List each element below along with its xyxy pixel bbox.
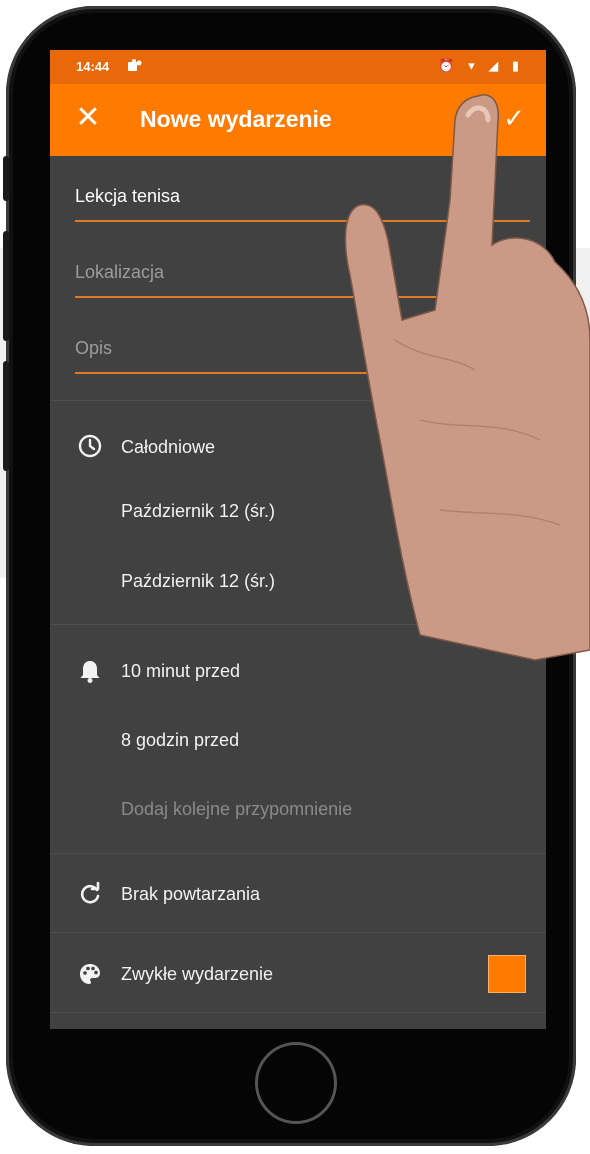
close-button[interactable]: ✕ bbox=[68, 98, 108, 138]
teams-icon bbox=[128, 59, 142, 75]
end-date[interactable]: Październik 12 (śr.) bbox=[121, 571, 275, 592]
clock-icon bbox=[78, 434, 102, 458]
reminder-item[interactable]: 8 godzin przed bbox=[121, 730, 239, 751]
divider bbox=[50, 853, 546, 854]
bell-icon bbox=[80, 661, 100, 683]
location-placeholder: Lokalizacja bbox=[75, 262, 165, 282]
palette-icon bbox=[80, 964, 100, 984]
page-title: Nowe wydarzenie bbox=[140, 106, 332, 132]
phone-volume-down-button bbox=[3, 361, 9, 471]
phone-side-button bbox=[3, 156, 9, 201]
home-button[interactable] bbox=[255, 1042, 337, 1124]
status-bar: 14:44 ⏰ ▾ ◢ ▮ bbox=[50, 50, 546, 84]
repeat-option[interactable]: Brak powtarzania bbox=[121, 884, 260, 905]
reminder-item[interactable]: 10 minut przed bbox=[121, 661, 240, 682]
divider bbox=[50, 932, 546, 933]
event-type-option[interactable]: Zwykłe wydarzenie bbox=[121, 964, 273, 985]
pointing-hand-image bbox=[344, 94, 590, 661]
start-date[interactable]: Październik 12 (śr.) bbox=[121, 501, 275, 522]
event-color-swatch[interactable] bbox=[488, 955, 526, 993]
add-reminder-button[interactable]: Dodaj kolejne przypomnienie bbox=[121, 799, 352, 820]
repeat-icon bbox=[80, 881, 100, 904]
phone-volume-up-button bbox=[3, 231, 9, 341]
divider bbox=[50, 1012, 546, 1013]
status-time: 14:44 bbox=[76, 59, 110, 74]
description-placeholder: Opis bbox=[75, 338, 113, 358]
all-day-toggle-label[interactable]: Całodniowe bbox=[121, 437, 215, 458]
status-icons: ⏰ ▾ ◢ ▮ bbox=[438, 58, 524, 73]
event-title-value: Lekcja tenisa bbox=[75, 186, 181, 206]
